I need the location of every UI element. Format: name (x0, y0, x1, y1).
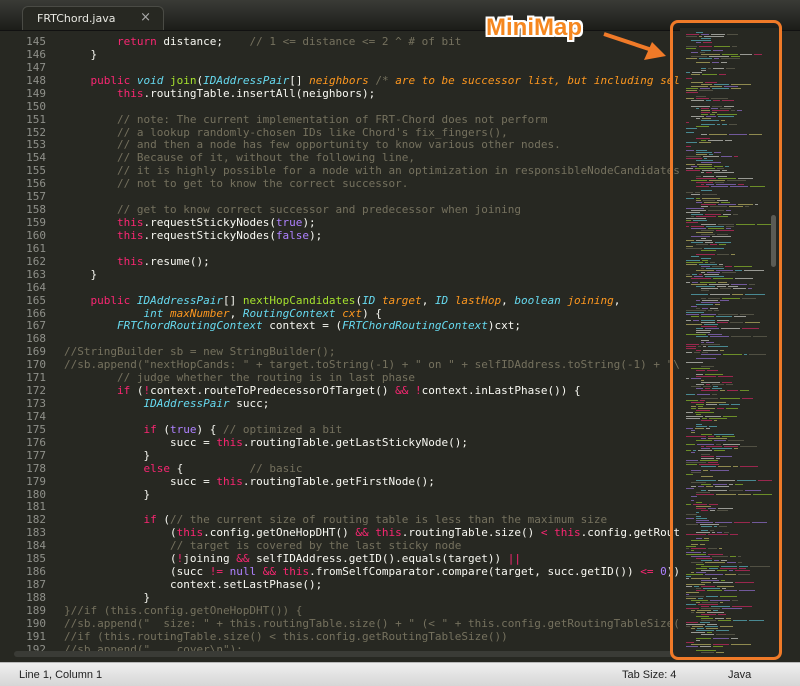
line-number: 189 (26, 603, 46, 617)
line-number: 149 (26, 86, 46, 100)
line-number: 154 (26, 151, 46, 165)
close-icon[interactable]: × (140, 10, 151, 25)
code-line: public IDAddressPair[] nextHopCandidates… (90, 293, 621, 307)
line-number: 166 (26, 306, 46, 320)
line-number: 165 (26, 293, 46, 307)
code-line: // not to get to know the correct succes… (116, 177, 409, 191)
line-number: 150 (26, 99, 46, 113)
code-line: } (64, 47, 98, 61)
line-number: 145 (26, 35, 46, 48)
line-number: 155 (26, 164, 46, 178)
line-number: 176 (26, 435, 46, 449)
line-number: 151 (26, 112, 46, 126)
line-number: 178 (26, 461, 46, 475)
tab-size-indicator[interactable]: Tab Size: 4 (622, 669, 676, 681)
code-line: // Because of it, without the following … (116, 151, 415, 165)
code-line: if (true) { // optimized a bit (143, 422, 343, 436)
code-line: FRTChordRoutingContext context = (FRTCho… (116, 319, 521, 333)
code-line: int maxNumber, RoutingContext cxt) { (143, 306, 382, 320)
code-line: } (64, 487, 151, 501)
code-line: } (64, 267, 98, 281)
line-number: 182 (26, 513, 46, 527)
code-line: public void join(IDAddressPair[] neighbo… (90, 73, 681, 87)
line-number: 190 (26, 616, 46, 630)
code-line: // it is highly possible for a node with… (116, 164, 680, 178)
code-line: this.requestStickyNodes(true); (116, 216, 316, 230)
line-number: 148 (26, 73, 46, 87)
line-number: 170 (26, 358, 46, 372)
line-number: 179 (26, 474, 46, 488)
code-line: else { // basic (143, 461, 303, 475)
code-line: (this.config.getOneHopDHT() && this.rout… (64, 526, 680, 540)
line-number: 177 (26, 448, 46, 462)
code-line: (!joining && selfIDAddress.getID().equal… (64, 552, 521, 566)
code-line: //if (this.routingTable.size() < this.co… (64, 629, 508, 643)
line-number: 191 (26, 629, 46, 643)
code-line: //sb.append("nextHopCands: " + target.to… (64, 358, 680, 372)
line-number: 153 (26, 138, 46, 152)
cursor-position: Line 1, Column 1 (19, 669, 103, 681)
code-line: return distance; // 1 <= distance <= 2 ^… (116, 35, 462, 48)
line-number: 167 (26, 319, 46, 333)
status-bar: Line 1, Column 1 Tab Size: 4 Java (0, 662, 800, 686)
code-line: IDAddressPair succ; (143, 397, 270, 411)
horizontal-scrollbar[interactable] (14, 651, 674, 657)
line-number: 156 (26, 177, 46, 191)
line-number: 187 (26, 578, 46, 592)
line-number: 157 (26, 190, 46, 204)
code-line: // a lookup randomly-chosen IDs like Cho… (116, 125, 508, 139)
line-number: 158 (26, 203, 46, 217)
code-line: // and then a node has few opportunity t… (116, 138, 561, 152)
line-number: 163 (26, 267, 46, 281)
code-line: this.requestStickyNodes(false); (116, 228, 323, 242)
tab-frtchord[interactable]: FRTChord.java × (22, 6, 164, 30)
line-number: 160 (26, 228, 46, 242)
code-line: // get to know correct successor and pre… (116, 203, 521, 217)
line-number: 169 (26, 345, 46, 359)
code-line: // note: The current implementation of F… (116, 112, 548, 126)
line-number: 172 (26, 384, 46, 398)
tab-title: FRTChord.java (37, 12, 116, 25)
code-line: } (64, 590, 151, 604)
line-number: 174 (26, 409, 46, 423)
code-line: if (// the current size of routing table… (143, 513, 608, 527)
line-number: 152 (26, 125, 46, 139)
line-number: 147 (26, 60, 46, 74)
code-line: succ = this.routingTable.getFirstNode(); (64, 474, 435, 488)
minimap-highlight-frame (670, 20, 782, 660)
code-line: if (!context.routeToPredecessorOfTarget(… (116, 384, 581, 398)
code-line: succ = this.routingTable.getLastStickyNo… (64, 435, 468, 449)
line-number: 146 (26, 47, 46, 61)
code-line: context.setLastPhase(); (64, 578, 323, 592)
line-number: 171 (26, 371, 46, 385)
line-number: 180 (26, 487, 46, 501)
code-line: this.resume(); (116, 254, 210, 268)
code-line: // target is covered by the last sticky … (169, 539, 462, 553)
code-line: //StringBuilder sb = new StringBuilder()… (64, 345, 336, 359)
code-line: }//if (this.config.getOneHopDHT()) { (64, 603, 303, 617)
syntax-language[interactable]: Java (728, 669, 751, 681)
line-number: 185 (26, 552, 46, 566)
line-number: 183 (26, 526, 46, 540)
line-number: 159 (26, 216, 46, 230)
arrow-icon (603, 32, 666, 60)
code-line: } (64, 448, 151, 462)
line-number: 164 (26, 280, 46, 294)
code-line: //sb.append(" size: " + this.routingTabl… (64, 616, 680, 630)
code-line: (succ != null && this.fromSelfComparator… (64, 565, 680, 579)
code-editor[interactable]: 145 return distance; // 1 <= distance <=… (0, 31, 680, 656)
line-number: 173 (26, 397, 46, 411)
minimap-annotation-label: MiniMap (486, 14, 582, 41)
line-number: 168 (26, 332, 46, 346)
line-number: 162 (26, 254, 46, 268)
line-number: 175 (26, 422, 46, 436)
code-line: this.routingTable.insertAll(neighbors); (116, 86, 376, 100)
line-number: 161 (26, 241, 46, 255)
line-number: 184 (26, 539, 46, 553)
code-line: // judge whether the routing is in last … (116, 371, 415, 385)
line-number: 188 (26, 590, 46, 604)
line-number: 186 (26, 565, 46, 579)
line-number: 181 (26, 500, 46, 514)
